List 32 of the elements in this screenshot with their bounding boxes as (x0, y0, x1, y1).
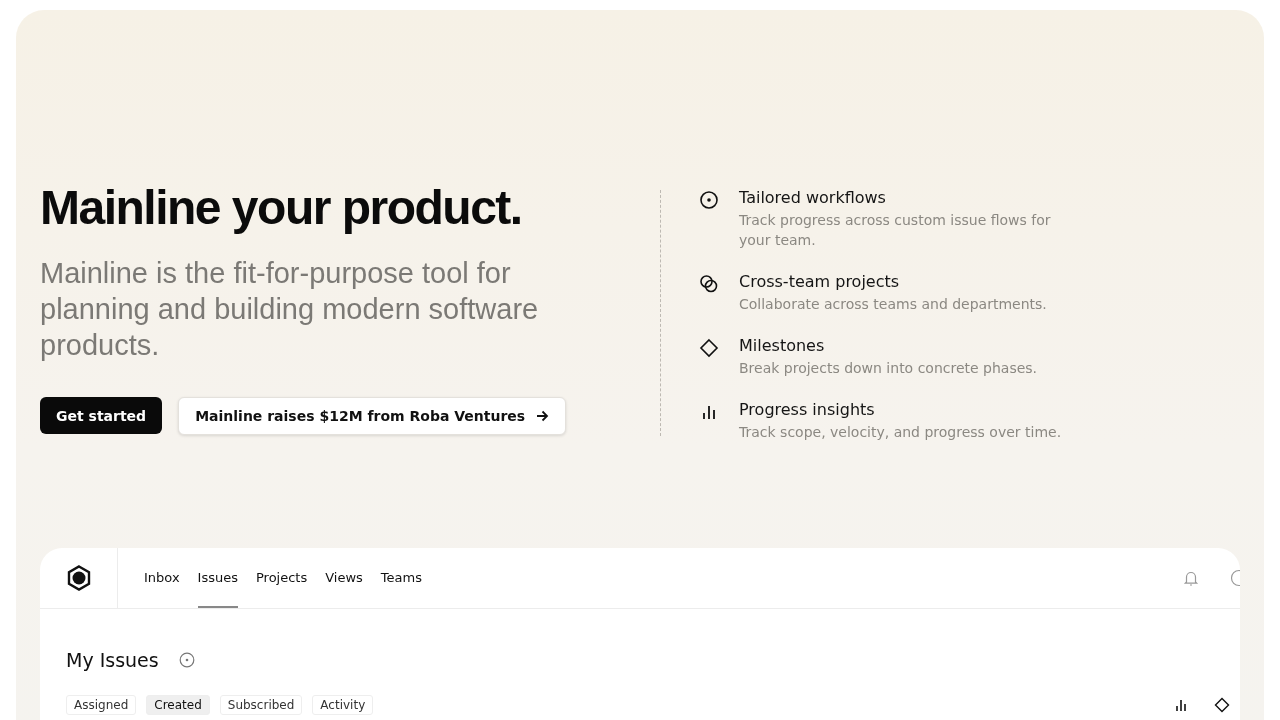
circle-dot-icon[interactable] (178, 652, 195, 668)
feature-description: Track progress across custom issue flows for your team. (739, 211, 1052, 250)
circle-dot-icon (699, 190, 719, 210)
page-heading: My Issues (66, 649, 159, 671)
bar-chart-icon[interactable] (1174, 698, 1188, 712)
feature-description: Break projects down into concrete phases. (739, 359, 1039, 378)
hero-subtitle: Mainline is the fit-for-purpose tool for planning and building modern software products. (40, 255, 540, 363)
nav-tab[interactable]: Issues (197, 548, 238, 608)
nav-tab[interactable]: Teams (380, 548, 422, 608)
filter-tab[interactable]: Activity (312, 695, 374, 715)
feature-description: Collaborate across teams and departments. (739, 295, 1048, 314)
announcement-button[interactable]: Mainline raises $12M from Roba Ventures (178, 396, 567, 435)
hero-title: Mainline your product. (40, 182, 523, 235)
bell-icon[interactable] (1182, 569, 1200, 587)
overlapping-circles-icon (699, 274, 719, 294)
filter-tab[interactable]: Created (146, 695, 210, 715)
feature-title: Progress insights (739, 400, 876, 420)
filter-tab[interactable]: Subscribed (219, 695, 303, 715)
arrow-right-icon (535, 408, 550, 423)
feature-title: Cross-team projects (739, 272, 901, 292)
nav-tab[interactable]: Views (325, 548, 363, 608)
feature-description: Track scope, velocity, and progress over time. (739, 423, 1063, 442)
diamond-icon[interactable] (1214, 697, 1230, 713)
diamond-icon (699, 338, 719, 358)
get-started-button[interactable]: Get started (40, 397, 163, 435)
feature-title: Tailored workflows (739, 188, 887, 208)
filter-tab[interactable]: Assigned (66, 695, 137, 715)
hexagon-logo-icon (66, 565, 91, 591)
nav-tab[interactable]: Projects (255, 548, 308, 608)
feature-title: Milestones (739, 336, 826, 356)
nav-tab[interactable]: Inbox (144, 548, 180, 608)
help-icon[interactable] (1230, 569, 1240, 587)
